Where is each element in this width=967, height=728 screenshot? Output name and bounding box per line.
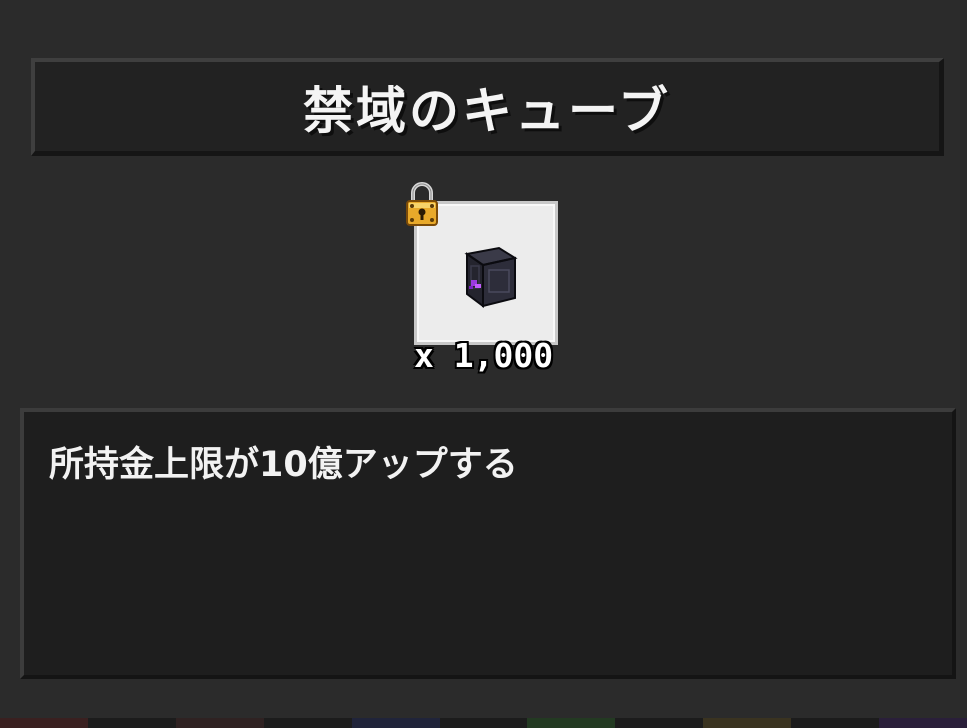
inventory-strip-peek — [0, 718, 967, 728]
item-title: 禁域のキューブ — [303, 81, 671, 140]
item-quantity: x 1,000 — [414, 336, 554, 375]
padlock-icon — [406, 182, 438, 226]
description-panel: 所持金上限が10億アップする — [20, 408, 956, 679]
item-description: 所持金上限が10億アップする — [49, 445, 518, 485]
dark-cube-icon — [464, 246, 518, 308]
title-panel: 禁域のキューブ — [31, 58, 944, 156]
item-detail-screen: 禁域のキューブ x 1,000 所持金上限が10億アップする — [0, 0, 967, 728]
